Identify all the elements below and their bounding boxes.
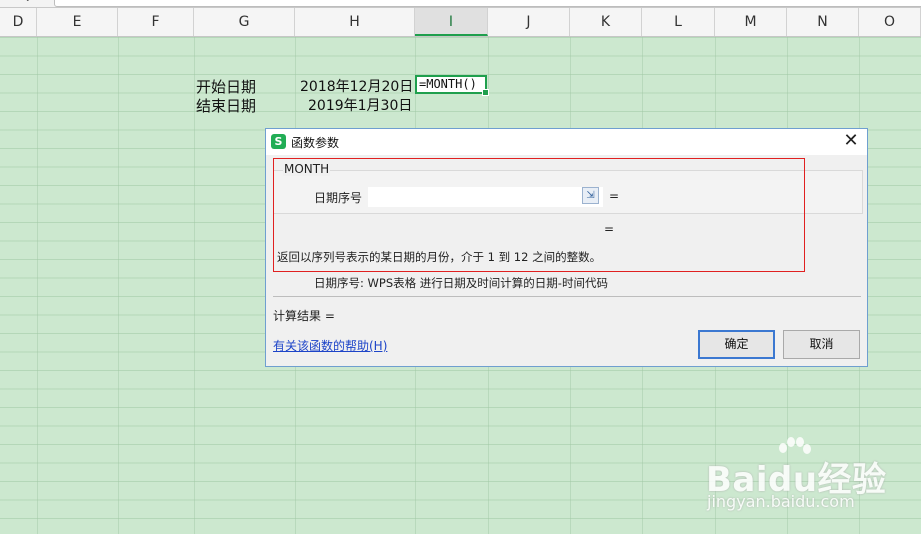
chevron-down-icon[interactable]: ⌄ — [24, 0, 32, 4]
column-header-g[interactable]: G — [194, 8, 295, 36]
baidu-jingyan-watermark: Baidu经验 jingyan.baidu.com — [702, 432, 902, 522]
calc-result: 计算结果 = — [273, 309, 335, 323]
ok-button[interactable]: 确定 — [698, 330, 775, 359]
cell-formula: =MONTH() — [419, 77, 477, 91]
column-header-i[interactable]: I — [415, 8, 488, 36]
column-header-f[interactable]: F — [118, 8, 194, 36]
column-header-h[interactable]: H — [295, 8, 415, 36]
param-help-text: 日期序号: WPS表格 进行日期及时间计算的日期-时间代码 — [314, 276, 608, 290]
dialog-title-bar[interactable]: S 函数参数 ✕ — [266, 129, 867, 155]
grid-line — [118, 37, 119, 534]
close-button[interactable]: ✕ — [841, 131, 861, 151]
column-header-d[interactable]: D — [0, 8, 37, 36]
dialog-title: 函数参数 — [291, 136, 340, 150]
column-header-l[interactable]: L — [642, 8, 715, 36]
divider — [273, 296, 861, 297]
column-header-j[interactable]: J — [488, 8, 570, 36]
cell-g-start-label[interactable]: 开始日期 — [196, 76, 256, 97]
grid-line — [37, 37, 38, 534]
watermark-url: jingyan.baidu.com — [707, 492, 855, 511]
function-help-link[interactable]: 有关该函数的帮助(H) — [273, 337, 387, 354]
highlight-annotation — [273, 158, 805, 272]
column-header: D E F G H I J K L M N O — [0, 8, 921, 37]
column-header-e[interactable]: E — [37, 8, 118, 36]
cell-g-end-label[interactable]: 结束日期 — [196, 95, 256, 116]
column-header-k[interactable]: K — [570, 8, 642, 36]
active-cell-i[interactable]: =MONTH() — [415, 75, 489, 96]
wps-logo-icon: S — [271, 134, 286, 149]
column-header-o[interactable]: O — [859, 8, 921, 36]
grid-line — [194, 37, 195, 534]
cancel-button[interactable]: 取消 — [783, 330, 860, 359]
column-header-m[interactable]: M — [715, 8, 787, 36]
column-header-n[interactable]: N — [787, 8, 859, 36]
function-arguments-dialog: S 函数参数 ✕ MONTH 日期序号 ⇲ = = 返回以序列号表示的某日期的月… — [265, 128, 868, 367]
formula-bar-strip: ⌄ — [0, 0, 921, 8]
cell-h-end-date[interactable]: 2019年1月30日 — [308, 95, 412, 115]
fill-handle[interactable] — [482, 89, 489, 96]
cell-h-start-date[interactable]: 2018年12月20日 — [300, 76, 413, 96]
formula-input[interactable] — [54, 0, 921, 7]
